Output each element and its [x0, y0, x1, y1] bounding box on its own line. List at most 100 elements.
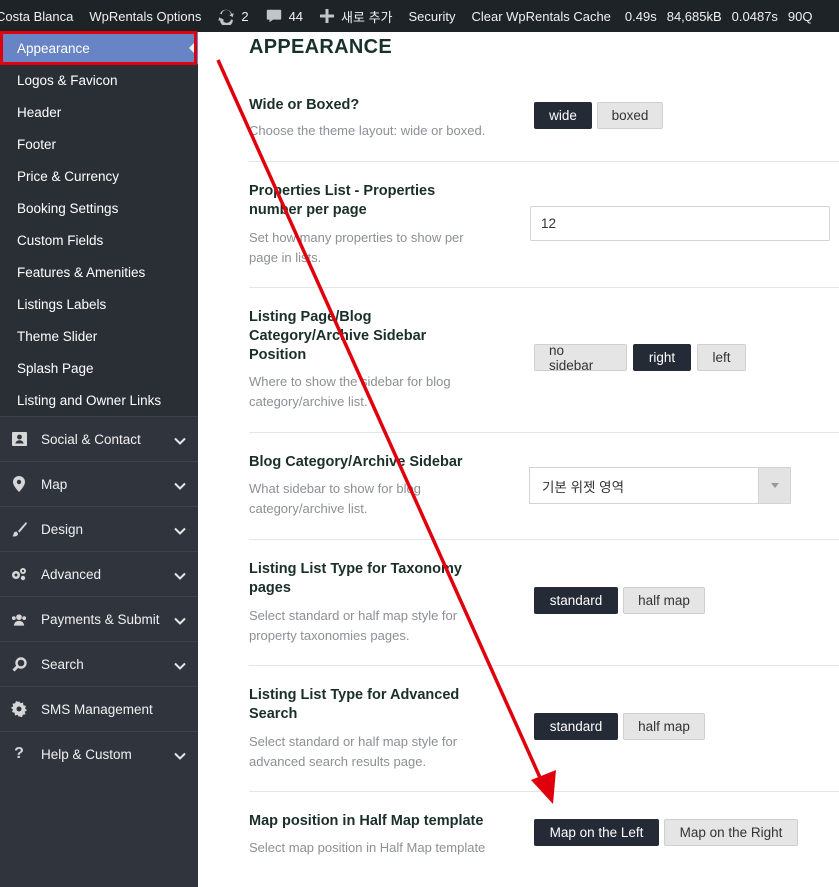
sidebar-group-map[interactable]: Map — [0, 461, 198, 506]
refresh-icon — [217, 7, 235, 25]
right-sidebar-button[interactable]: right — [633, 344, 691, 371]
general-submenu: Appearance Logos & Favicon Header Footer… — [0, 31, 198, 416]
site-name-link[interactable]: Costa Blanca — [0, 0, 81, 32]
half-map-button[interactable]: half map — [623, 587, 705, 614]
sidebar-item-appearance[interactable]: Appearance — [0, 31, 198, 65]
stat-queries: 90Q — [787, 8, 813, 24]
option-wide-boxed: Wide or Boxed? Choose the theme layout: … — [249, 82, 839, 162]
sidebar-item-label: Footer — [17, 136, 57, 152]
chevron-down-icon — [174, 658, 186, 673]
theme-options-link[interactable]: WpRentals Options — [81, 0, 209, 32]
sidebar-group-sms-management[interactable]: SMS Management — [0, 686, 198, 731]
sidebar-item-listing-owner-links[interactable]: Listing and Owner Links — [0, 384, 198, 416]
no-sidebar-button[interactable]: no sidebar — [534, 343, 627, 373]
question-icon: ? — [14, 745, 24, 762]
option-description: Select map position in Half Map template — [249, 840, 486, 855]
option-title: Map position in Half Map template — [249, 813, 484, 829]
boxed-button[interactable]: boxed — [597, 102, 663, 129]
option-sidebar-position: Listing Page/Blog Category/Archive Sideb… — [249, 288, 839, 433]
users-icon — [11, 611, 27, 627]
chevron-down-icon — [174, 523, 186, 538]
gear-icon — [11, 701, 27, 717]
sidebar-item-logos-favicon[interactable]: Logos & Favicon — [0, 64, 198, 96]
wide-button[interactable]: wide — [534, 102, 592, 129]
sidebar-group-label: Social & Contact — [41, 431, 141, 447]
comments-link[interactable]: 44 — [257, 0, 311, 32]
sidebar-item-price-currency[interactable]: Price & Currency — [0, 160, 198, 192]
sidebar-group-help-custom[interactable]: ? Help & Custom — [0, 731, 198, 776]
option-title: Listing Page/Blog Category/Archive Sideb… — [249, 309, 427, 363]
option-description: Set how many properties to show per page… — [249, 230, 464, 265]
map-right-button[interactable]: Map on the Right — [664, 819, 798, 846]
cogs-icon — [11, 566, 27, 582]
security-link[interactable]: Security — [400, 0, 463, 32]
sidebar-item-features-amenities[interactable]: Features & Amenities — [0, 256, 198, 288]
sidebar-item-label: Header — [17, 104, 62, 120]
sidebar-group-payments-submit[interactable]: Payments & Submit — [0, 596, 198, 641]
contact-card-icon — [11, 431, 27, 447]
sidebar-group-label: Design — [41, 521, 84, 537]
standard-button[interactable]: standard — [534, 713, 618, 740]
map-left-button[interactable]: Map on the Left — [534, 819, 659, 846]
query-monitor-stats[interactable]: 0.49s 84,685kB 0.0487s 90Q — [619, 0, 821, 32]
option-map-position: Map position in Half Map template Select… — [249, 792, 839, 887]
new-content-label: 새로 추가 — [341, 9, 393, 25]
sidebar-item-custom-fields[interactable]: Custom Fields — [0, 224, 198, 256]
option-title: Listing List Type for Advanced Search — [249, 687, 460, 722]
page-title: APPEARANCE — [249, 36, 393, 58]
stat-memory: 84,685kB — [666, 8, 722, 24]
active-indicator-icon — [189, 43, 194, 53]
brush-icon — [11, 521, 27, 537]
sidebar-item-footer[interactable]: Footer — [0, 128, 198, 160]
sidebar-group-label: Map — [41, 476, 68, 492]
sidebar-item-label: Booking Settings — [17, 200, 119, 216]
sidebar-group-search[interactable]: Search — [0, 641, 198, 686]
sidebar-group-label: Payments & Submit — [41, 611, 160, 627]
option-description: Choose the theme layout: wide or boxed. — [249, 123, 486, 138]
chevron-down-icon — [174, 748, 186, 763]
properties-per-page-input[interactable]: 12 — [530, 206, 830, 241]
option-description: Where to show the sidebar for blog categ… — [249, 374, 451, 409]
sidebar-item-header[interactable]: Header — [0, 96, 198, 128]
search-icon — [11, 656, 27, 672]
blog-sidebar-select[interactable]: 기본 위젯 영역 — [529, 467, 791, 504]
sidebar-item-label: Listing and Owner Links — [17, 392, 162, 408]
chevron-down-icon — [174, 433, 186, 448]
updates-count: 2 — [241, 8, 249, 24]
new-content-link[interactable]: 새로 추가 — [311, 0, 400, 32]
option-properties-per-page: Properties List - Properties number per … — [249, 162, 839, 288]
clear-cache-link[interactable]: Clear WpRentals Cache — [463, 0, 618, 32]
dropdown-arrow-icon[interactable] — [758, 468, 790, 503]
select-value: 기본 위젯 영역 — [542, 479, 625, 495]
sidebar-item-label: Price & Currency — [17, 168, 120, 184]
sidebar-item-label: Logos & Favicon — [17, 72, 118, 88]
sidebar-item-booking-settings[interactable]: Booking Settings — [0, 192, 198, 224]
option-advanced-search-list-type: Listing List Type for Advanced Search Se… — [249, 666, 839, 792]
sidebar-group-label: Advanced — [41, 566, 102, 582]
sidebar-group-label: SMS Management — [41, 701, 153, 717]
option-title: Blog Category/Archive Sidebar — [249, 454, 463, 470]
chevron-down-icon — [174, 613, 186, 628]
updates-link[interactable]: 2 — [209, 0, 256, 32]
sidebar-item-label: Features & Amenities — [17, 264, 146, 280]
sidebar-group-design[interactable]: Design — [0, 506, 198, 551]
chevron-down-icon — [174, 568, 186, 583]
option-blog-sidebar: Blog Category/Archive Sidebar What sideb… — [249, 433, 839, 540]
left-sidebar-button[interactable]: left — [697, 344, 746, 371]
option-description: What sidebar to show for blog category/a… — [249, 481, 421, 516]
sidebar-item-theme-slider[interactable]: Theme Slider — [0, 320, 198, 352]
sidebar-item-label: Custom Fields — [17, 232, 104, 248]
stat-query-time: 0.0487s — [731, 8, 778, 24]
sidebar-item-listings-labels[interactable]: Listings Labels — [0, 288, 198, 320]
option-description: Select standard or half map style for ad… — [249, 734, 458, 769]
sidebar-item-label: Splash Page — [17, 360, 94, 376]
half-map-button[interactable]: half map — [623, 713, 705, 740]
sidebar-item-splash-page[interactable]: Splash Page — [0, 352, 198, 384]
standard-button[interactable]: standard — [534, 587, 618, 614]
stat-time: 0.49s — [624, 8, 657, 24]
map-pin-icon — [11, 476, 27, 492]
options-sidebar: Appearance Logos & Favicon Header Footer… — [0, 31, 198, 887]
sidebar-group-advanced[interactable]: Advanced — [0, 551, 198, 596]
sidebar-group-social-contact[interactable]: Social & Contact — [0, 416, 198, 461]
sidebar-item-label: Appearance — [17, 40, 90, 56]
